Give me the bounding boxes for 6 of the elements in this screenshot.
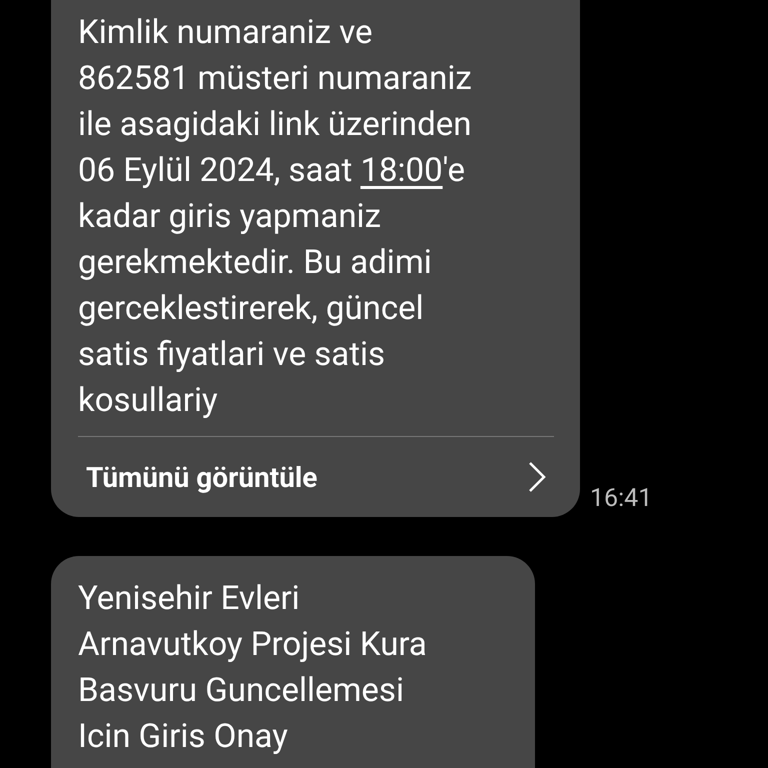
message-text: Kimlik numaraniz ve 862581 müsteri numaraniz ile asagidaki link üzerinden 06 Eylül 2024, saat 18:00'e kadar giris yapmaniz gerekmektedir. Bu adimi gerceklestirerek, güncel satis fiyatlari ve satis kosullariy: [78, 12, 473, 422]
message-time: 16:41: [590, 484, 652, 515]
chevron-right-icon: [528, 461, 546, 493]
message-text: Yenisehir Evleri Arnavutkoy Projesi Kura Basvuru Guncellemesi Icin Giris Onay: [78, 578, 428, 758]
view-all-button[interactable]: Tümünü görüntüle: [78, 437, 554, 517]
time-link[interactable]: 18:00: [360, 151, 443, 190]
